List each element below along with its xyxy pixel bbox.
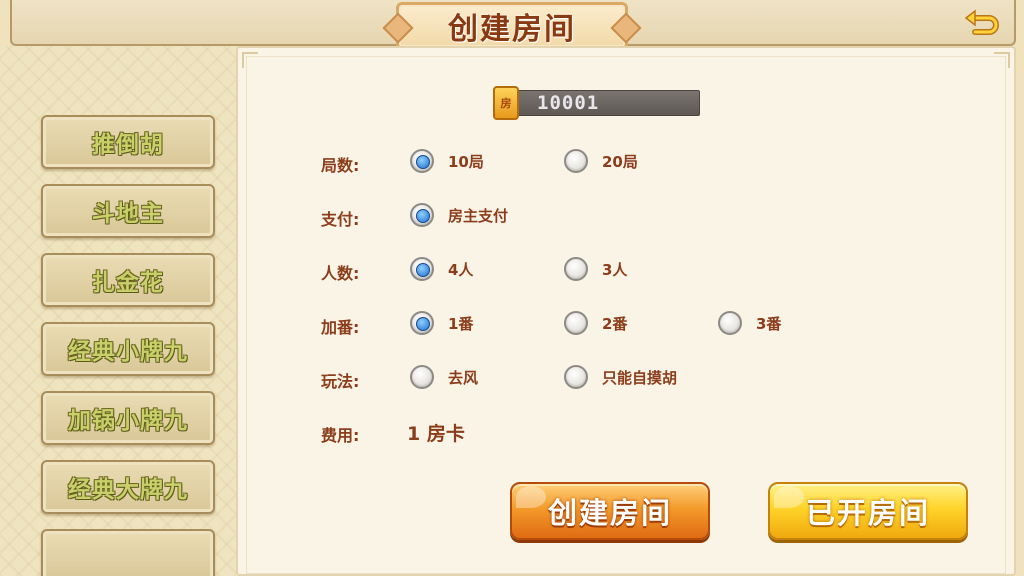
radio-checked-icon[interactable] [410,203,434,227]
sidebar-item-label: 经典大牌九 [68,476,188,503]
button-shine [774,486,804,508]
sidebar-item-tuidaohu[interactable]: 推倒胡 [41,115,215,169]
rules-option-zimo-only[interactable]: 只能自摸胡 [564,365,677,389]
payment-option-host[interactable]: 房主支付 [410,203,508,227]
button-shine [516,486,546,508]
sidebar-item-label: 斗地主 [92,200,164,227]
sidebar-item-label: 加锅小牌九 [68,407,188,434]
room-badge-icon: 房 [493,86,519,120]
rules-label: 玩法: [321,372,360,391]
sidebar-item-doudizhu[interactable]: 斗地主 [41,184,215,238]
option-label: 房主支付 [448,206,509,225]
option-label: 2番 [602,314,628,333]
back-arrow-icon [964,9,999,35]
sidebar-item-label: 经典小牌九 [68,338,188,365]
players-option-3[interactable]: 3人 [564,257,627,281]
option-label: 3番 [756,314,782,333]
rules-option-qufeng[interactable]: 去风 [410,365,478,389]
rounds-option-20[interactable]: 20局 [564,149,638,173]
fee-label: 费用: [321,426,360,445]
option-label: 3人 [602,260,628,279]
sidebar-item-zhajinhua[interactable]: 扎金花 [41,253,215,307]
rounds-option-10[interactable]: 10局 [410,149,484,173]
option-label: 只能自摸胡 [602,368,678,387]
sidebar-item-jingdian-xiaopaijiu[interactable]: 经典小牌九 [41,322,215,376]
fan-option-3[interactable]: 3番 [718,311,781,335]
fan-label: 加番: [321,318,360,337]
payment-label: 支付: [321,210,360,229]
radio-unchecked-icon[interactable] [564,365,588,389]
title-plate: 创建房间 [396,2,628,50]
players-label: 人数: [321,264,360,283]
create-room-button[interactable]: 创建房间 [510,482,710,540]
fan-option-1[interactable]: 1番 [410,311,473,335]
radio-unchecked-icon[interactable] [564,311,588,335]
option-label: 20局 [602,152,638,171]
opened-rooms-button[interactable]: 已开房间 [768,482,968,540]
corner-ornament [994,52,1010,68]
radio-unchecked-icon[interactable] [410,365,434,389]
option-label: 10局 [448,152,484,171]
page-title: 创建房间 [448,12,576,47]
sidebar-item-jingdian-dapaijiu[interactable]: 经典大牌九 [41,460,215,514]
fan-option-2[interactable]: 2番 [564,311,627,335]
corner-ornament [242,52,258,68]
radio-unchecked-icon[interactable] [718,311,742,335]
sidebar-item-label: 推倒胡 [92,131,164,158]
radio-checked-icon[interactable] [410,311,434,335]
room-id-value: 10001 [537,92,600,114]
create-room-label: 创建房间 [547,496,672,530]
sidebar-item-jiaguo-xiaopaijiu[interactable]: 加锅小牌九 [41,391,215,445]
option-label: 4人 [448,260,474,279]
option-label: 去风 [448,368,479,387]
sidebar-item-label: 扎金花 [92,269,164,296]
radio-checked-icon[interactable] [410,257,434,281]
radio-unchecked-icon[interactable] [564,149,588,173]
opened-rooms-label: 已开房间 [805,496,930,530]
players-option-4[interactable]: 4人 [410,257,473,281]
fee-value: 1 房卡 [407,423,465,445]
radio-checked-icon[interactable] [410,149,434,173]
radio-unchecked-icon[interactable] [564,257,588,281]
back-button[interactable] [962,6,1002,40]
sidebar-item-partial[interactable] [41,529,215,576]
rounds-label: 局数: [321,156,360,175]
option-label: 1番 [448,314,474,333]
